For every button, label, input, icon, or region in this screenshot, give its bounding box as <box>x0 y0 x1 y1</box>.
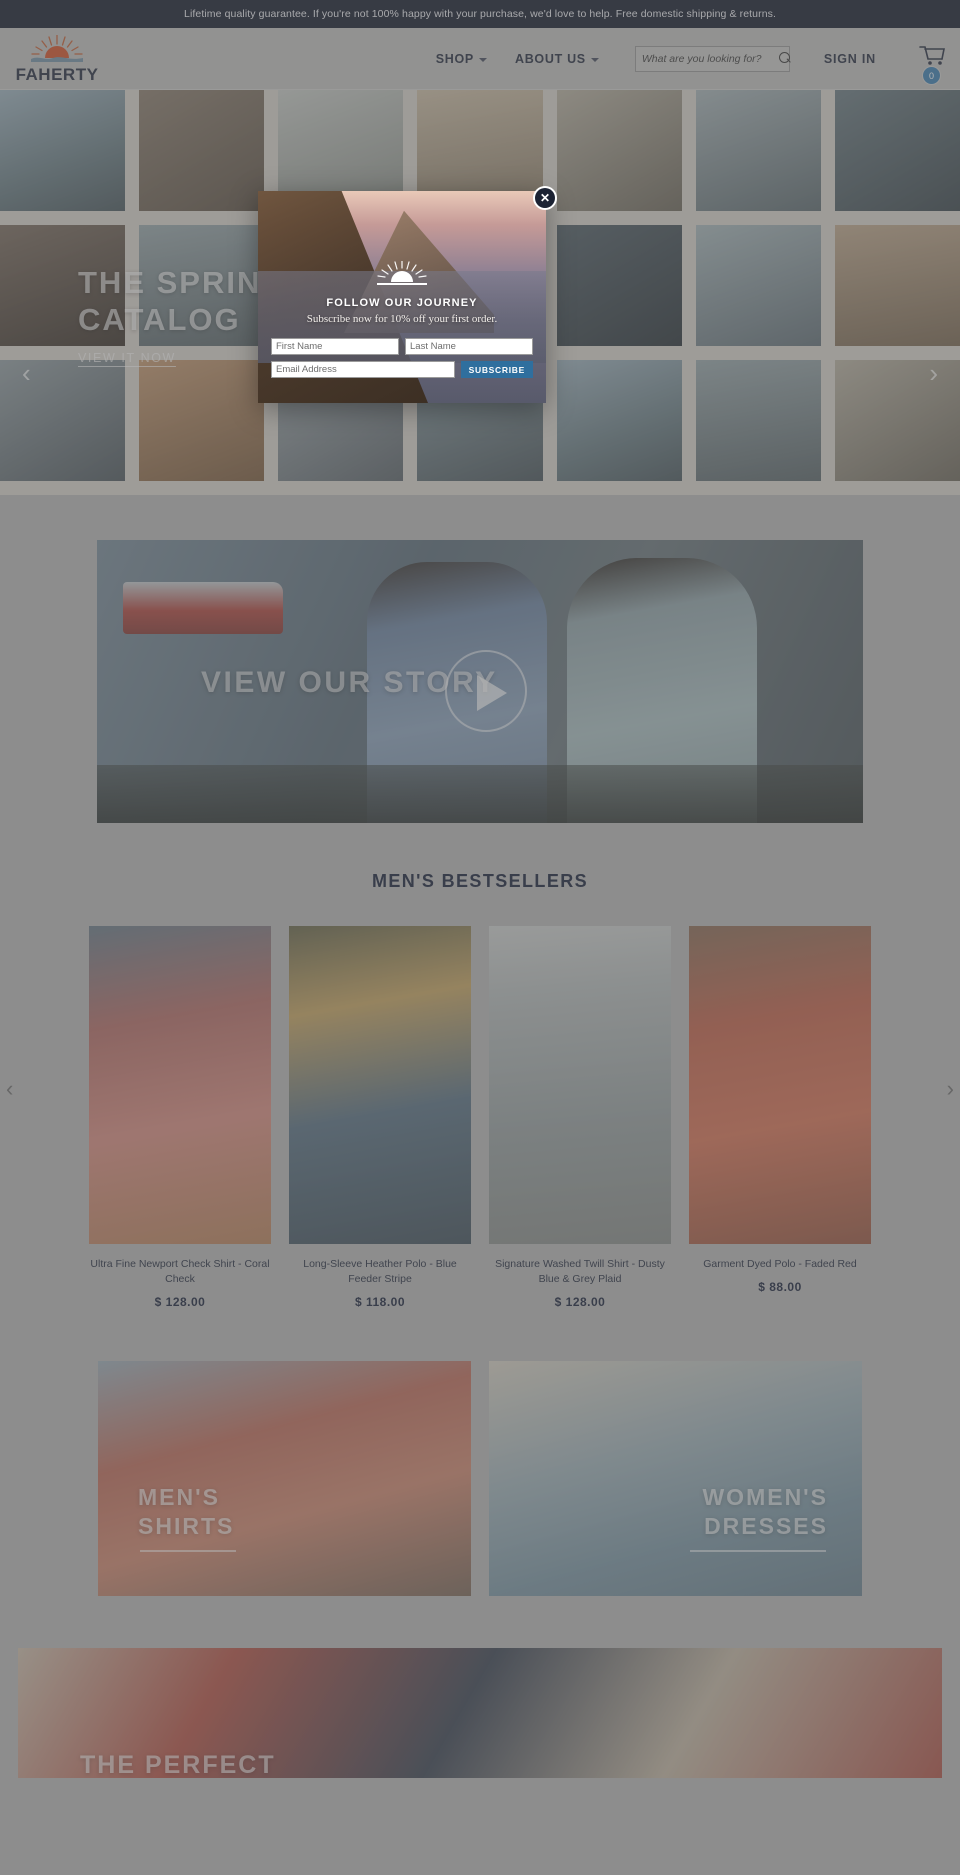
subscribe-button[interactable]: SUBSCRIBE <box>460 361 533 378</box>
modal-title: FOLLOW OUR JOURNEY <box>326 297 478 309</box>
first-name-input[interactable] <box>271 338 399 355</box>
last-name-input[interactable] <box>405 338 533 355</box>
email-input[interactable] <box>271 361 455 378</box>
sunrise-icon <box>367 260 437 292</box>
modal-subtitle: Subscribe now for 10% off your first ord… <box>306 313 498 325</box>
newsletter-modal-layer: FOLLOW OUR JOURNEY Subscribe now for 10%… <box>0 0 960 1875</box>
newsletter-modal: FOLLOW OUR JOURNEY Subscribe now for 10%… <box>258 191 546 403</box>
newsletter-form: SUBSCRIBE <box>265 338 539 384</box>
page-root: Lifetime quality guarantee. If you're no… <box>0 0 960 1875</box>
close-icon[interactable]: ✕ <box>535 188 555 208</box>
